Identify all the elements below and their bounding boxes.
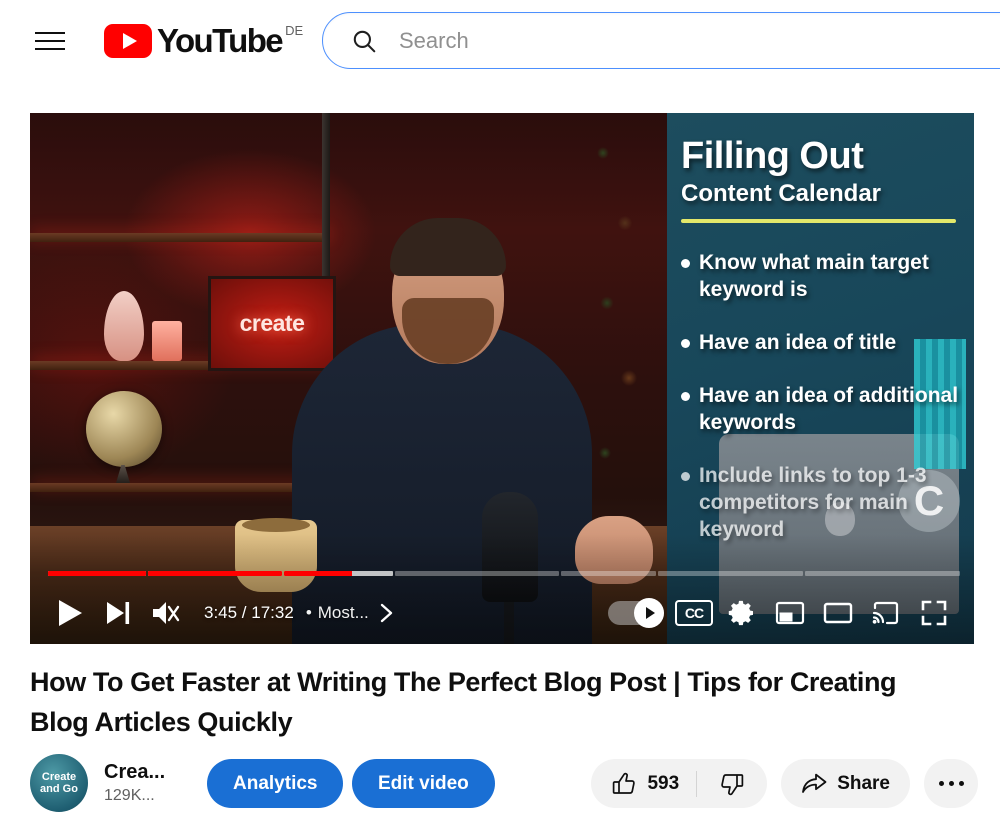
slide-bullet-item: Have an idea of title <box>681 329 960 356</box>
progress-chapter-segment[interactable] <box>658 571 804 576</box>
video-frame: create C Filling Out Content Calendar Kn… <box>30 113 974 644</box>
progress-chapter-segment[interactable] <box>284 571 394 576</box>
neon-create-text: create <box>239 310 305 336</box>
slide-bullet-text: Include links to top 1-3 competitors for… <box>699 464 927 541</box>
progress-chapter-segment[interactable] <box>805 571 960 576</box>
presenter-hair <box>390 218 506 276</box>
hamburger-menu-icon[interactable] <box>28 19 72 63</box>
thumbs-down-icon <box>721 773 744 795</box>
youtube-logo[interactable]: YouTube DE <box>104 21 303 61</box>
time-display: 3:45 / 17:32 <box>204 603 294 622</box>
subscriber-count: 129K... <box>104 787 155 804</box>
slide-bullet-text: Have an idea of title <box>699 331 897 354</box>
hamburger-line <box>35 48 65 50</box>
bullet-dot-icon <box>681 392 690 401</box>
time-separator: • <box>305 603 312 622</box>
progress-played <box>284 571 352 576</box>
subtitles-cc-icon[interactable]: CC <box>670 589 718 637</box>
more-options-icon[interactable] <box>924 759 978 808</box>
slide-bullet-text: Know what main target keyword is <box>699 251 929 301</box>
slide-bullet-item: Include links to top 1-3 competitors for… <box>681 462 960 543</box>
like-dislike-group: 593 <box>591 759 768 808</box>
fullscreen-icon[interactable] <box>910 589 958 637</box>
video-actions: 593 Share <box>591 759 978 808</box>
play-icon[interactable] <box>46 589 94 637</box>
like-button[interactable]: 593 <box>591 771 696 797</box>
hamburger-line <box>35 32 65 34</box>
owner-row: Create and Go Crea... 129K... <box>30 754 165 812</box>
slide-bullet-text: Have an idea of additional keywords <box>699 384 959 434</box>
progress-played <box>148 571 283 576</box>
share-button[interactable]: Share <box>781 759 910 808</box>
theater-mode-icon[interactable] <box>814 589 862 637</box>
progress-played <box>48 571 147 576</box>
youtube-play-icon <box>104 24 152 58</box>
youtube-logo-text: YouTube <box>157 22 284 59</box>
analytics-button[interactable]: Analytics <box>207 759 344 808</box>
like-count: 593 <box>647 772 680 794</box>
autoplay-toggle[interactable] <box>608 598 664 628</box>
avatar[interactable]: Create and Go <box>30 754 88 812</box>
avatar-line-2: and Go <box>40 783 78 795</box>
video-scene-studio: create <box>30 113 667 644</box>
thumbs-up-icon <box>613 772 636 794</box>
bullet-dot-icon <box>681 472 690 481</box>
gear-icon[interactable] <box>718 589 766 637</box>
slide-bullet-list: Know what main target keyword is Have an… <box>681 249 960 543</box>
dislike-button[interactable] <box>697 771 767 797</box>
slide-bullet-item: Know what main target keyword is <box>681 249 960 303</box>
bullet-dot-icon <box>681 339 690 348</box>
shelf-board <box>30 483 330 492</box>
country-code-label: DE <box>285 23 304 38</box>
avatar-line-1: Create <box>41 771 77 783</box>
decor-globe-stand <box>116 465 130 483</box>
video-title: How To Get Faster at Writing The Perfect… <box>30 667 897 737</box>
slide-accent-rule <box>681 219 956 223</box>
search-icon <box>353 30 376 52</box>
share-label: Share <box>837 772 890 794</box>
decor-candle <box>152 321 182 361</box>
next-video-icon[interactable] <box>94 589 142 637</box>
decor-globe <box>86 391 162 467</box>
chapter-title[interactable]: Most... <box>318 603 369 623</box>
cast-icon[interactable] <box>862 589 910 637</box>
video-slide-overlay: C Filling Out Content Calendar Know what… <box>667 113 974 644</box>
bullet-dot-icon <box>681 259 690 268</box>
miniplayer-icon[interactable] <box>766 589 814 637</box>
player-control-bar: 3:45 / 17:32 • Most... CC <box>30 582 974 644</box>
progress-chapter-segment[interactable] <box>148 571 283 576</box>
channel-info[interactable]: Crea... 129K... <box>104 759 165 807</box>
decor-mug-rim <box>242 518 310 532</box>
hamburger-line <box>35 40 65 42</box>
search-bar[interactable] <box>322 12 1000 69</box>
cc-label: CC <box>675 600 713 626</box>
volume-muted-icon[interactable] <box>142 589 190 637</box>
shelf-board <box>30 233 330 242</box>
masthead: YouTube DE <box>0 0 1000 82</box>
slide-title: Filling Out <box>681 135 864 177</box>
search-input[interactable] <box>399 27 999 54</box>
edit-video-button[interactable]: Edit video <box>352 759 495 808</box>
progress-bar[interactable] <box>48 571 960 576</box>
slide-bullet-item: Have an idea of additional keywords <box>681 382 960 436</box>
progress-chapter-segment[interactable] <box>395 571 559 576</box>
video-player[interactable]: create C Filling Out Content Calendar Kn… <box>30 113 974 644</box>
progress-chapter-segment[interactable] <box>48 571 147 576</box>
decor-vase <box>104 291 144 361</box>
neon-create-sign: create <box>208 276 336 371</box>
progress-chapter-segment[interactable] <box>560 571 657 576</box>
share-arrow-icon <box>802 773 827 793</box>
chevron-right-icon[interactable] <box>369 593 403 633</box>
channel-name: Crea... <box>104 761 166 783</box>
autoplay-knob <box>634 598 664 628</box>
slide-subtitle: Content Calendar <box>681 180 882 207</box>
